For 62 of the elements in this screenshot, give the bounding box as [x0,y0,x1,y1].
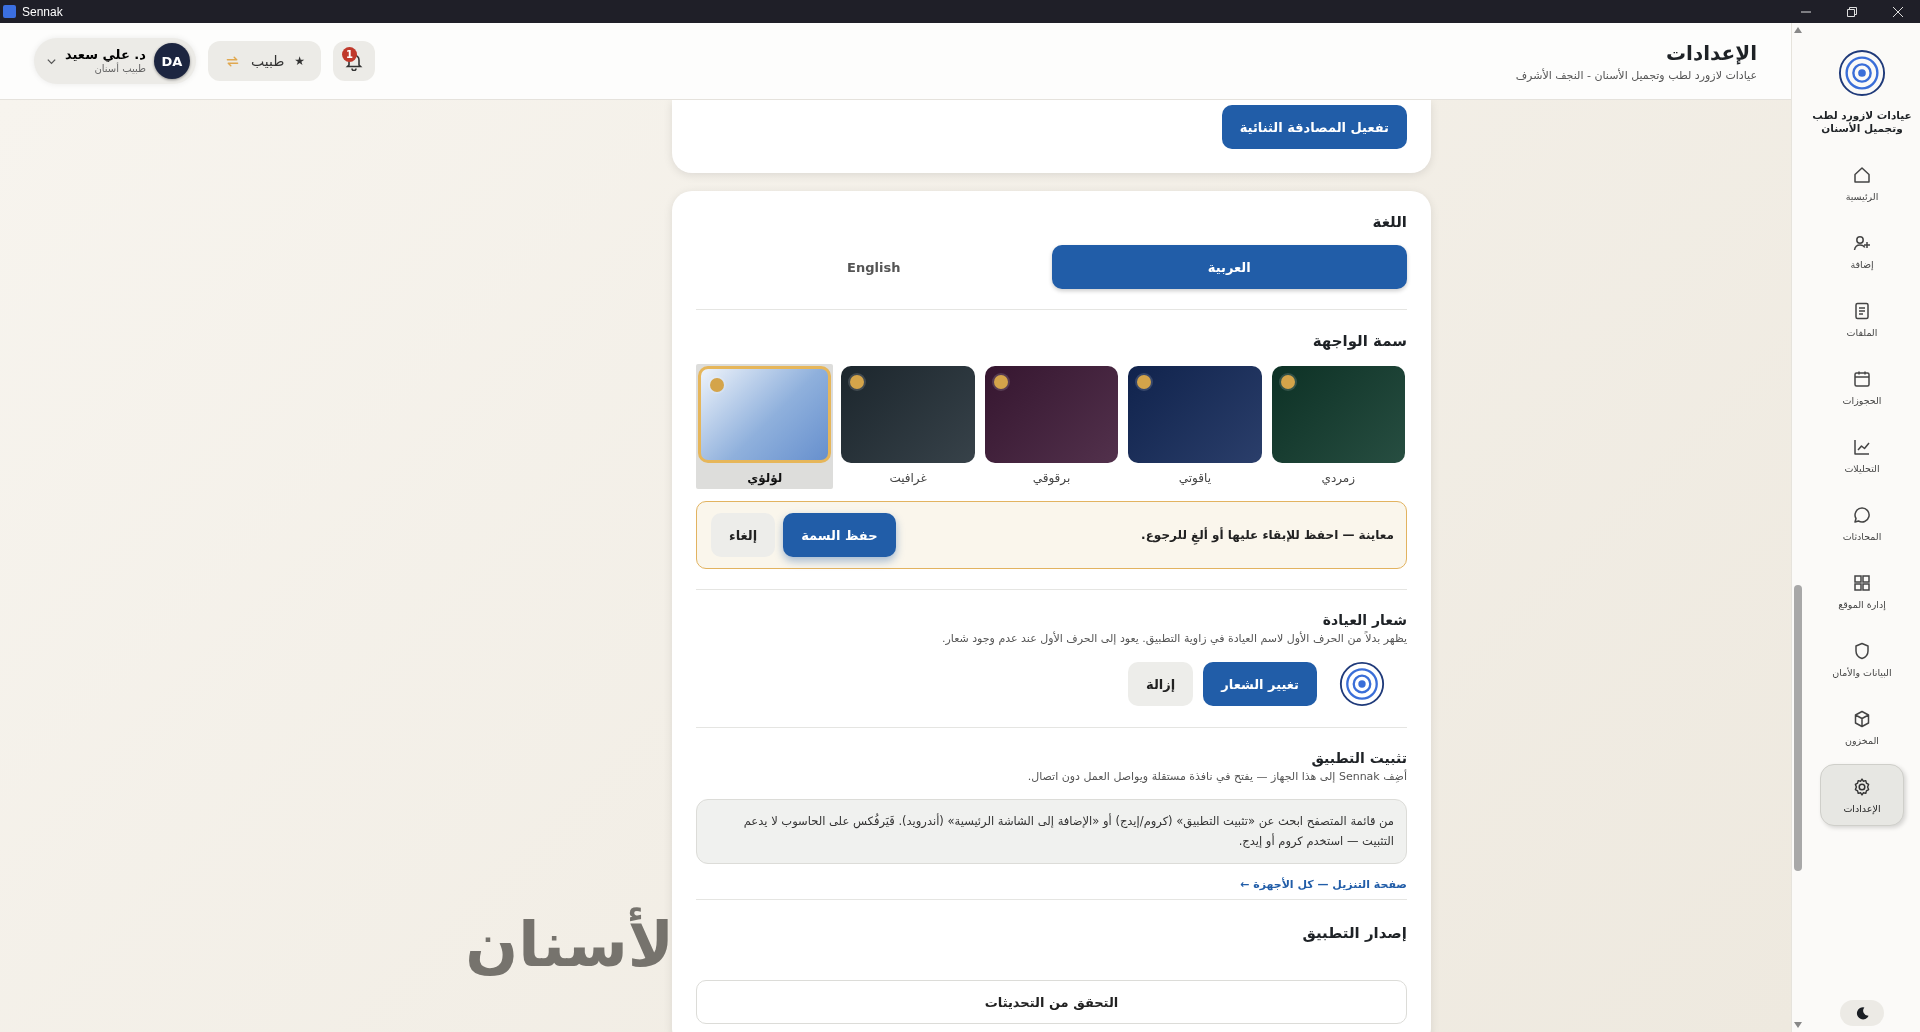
app-icon [3,5,16,18]
scroll-thumb[interactable] [1794,585,1802,871]
nav-item[interactable]: الملفات [1820,288,1904,351]
box-icon [1852,708,1872,729]
section-heading: إصدار التطبيق [1301,924,1407,943]
theme-toggle-button[interactable] [1840,1000,1884,1026]
close-icon[interactable] [1892,5,1904,18]
language-option[interactable]: English [696,245,1052,289]
change-logo-button[interactable]: تغيير الشعار [1203,662,1317,706]
theme-option[interactable]: لؤلؤي [695,364,834,489]
section-heading: شعار العيادة [1321,612,1407,628]
save-theme-button[interactable]: حفظ السمة [783,513,896,557]
nav-item[interactable]: المحادثات [1820,492,1904,555]
accent-dot [1137,375,1152,389]
nav-item[interactable]: إدارة الموقع [1820,560,1904,623]
section-heading: سمة الواجهة [1311,332,1407,350]
page-subtitle: عيادات لازورد لطب وتجميل الأسنان - النجف الأشرف [1515,68,1757,82]
check-updates-button[interactable]: التحقق من التحديثات [696,980,1407,1025]
moon-icon [1854,1005,1870,1021]
clinic-logo-icon [1339,661,1385,707]
accent-dot [709,378,724,392]
section-description: يظهر بدلاً من الحرف الأول لاسم العيادة في زاوية التطبيق. يعود إلى الحرف الأول عند عدم وجود شعار. [941,632,1407,645]
theme-option[interactable]: ياقوتي [1126,364,1264,489]
download-page-link[interactable]: صفحة التنزيل — كل الأجهزة ← [1240,878,1407,892]
shield-icon [1852,640,1872,661]
nav-item[interactable]: الرئيسية [1820,152,1904,215]
window-title: Sennak [22,4,63,19]
nav-item[interactable]: الحجوزات [1820,356,1904,419]
clinic-name: عيادات لازورد لطب وتجميل الأسنان [1811,109,1913,135]
remove-logo-button[interactable]: إزالة [1128,662,1194,706]
settings-icon [1852,776,1872,797]
section-heading: تثبيت التطبيق [1310,750,1407,766]
cancel-button[interactable]: إلغاء [711,513,776,557]
notifications-button[interactable]: 1 [333,41,376,81]
scroll-up-icon[interactable] [1794,27,1802,33]
grid-icon [1852,572,1872,593]
language-option[interactable]: العربية [1051,245,1407,289]
two-factor-button[interactable]: تفعيل المصادقة الثنائية [1221,105,1407,149]
role-switch-button[interactable]: ★ طبيب [207,41,322,81]
accent-dot [993,375,1008,389]
accent-dot [1280,375,1295,389]
logo-icon [1838,49,1886,97]
accent-dot [850,375,865,389]
page-title: الإعدادات [1664,40,1757,65]
section-heading: اللغة [1371,213,1407,231]
theme-option[interactable]: غرافيت [839,364,977,489]
theme-option[interactable]: برقوقي [982,364,1121,489]
theme-option[interactable]: زمردي [1269,364,1407,489]
nav-item[interactable]: الإعدادات [1820,764,1904,827]
notification-badge: 1 [342,47,358,62]
background-text: لأسنان [465,908,674,981]
restore-icon[interactable] [1846,5,1858,18]
nav-item[interactable]: البيانات والأمان [1820,628,1904,691]
document-icon [1852,300,1872,321]
nav-item[interactable]: التحليلات [1820,424,1904,487]
scroll-down-icon[interactable] [1794,1022,1802,1028]
nav-item[interactable]: إضافة [1820,220,1904,283]
section-description: أضِف Sennak إلى هذا الجهاز — يفتح في نافذة مستقلة ويواصل العمل دون اتصال. [1026,770,1407,783]
nav-item[interactable]: المخزون [1820,696,1904,759]
chat-bubble-icon [1852,504,1872,525]
install-instructions: من قائمة المتصفح ابحث عن «تثبيت التطبيق» (كروم/إيدج) أو «الإضافة إلى الشاشة الرئيسية» (أندرويد). فَيَرفُكس على الحاسوب لا يدعم التثبيت — استخدم كروم أو إيدج. [696,799,1407,865]
home-icon [1852,164,1872,185]
